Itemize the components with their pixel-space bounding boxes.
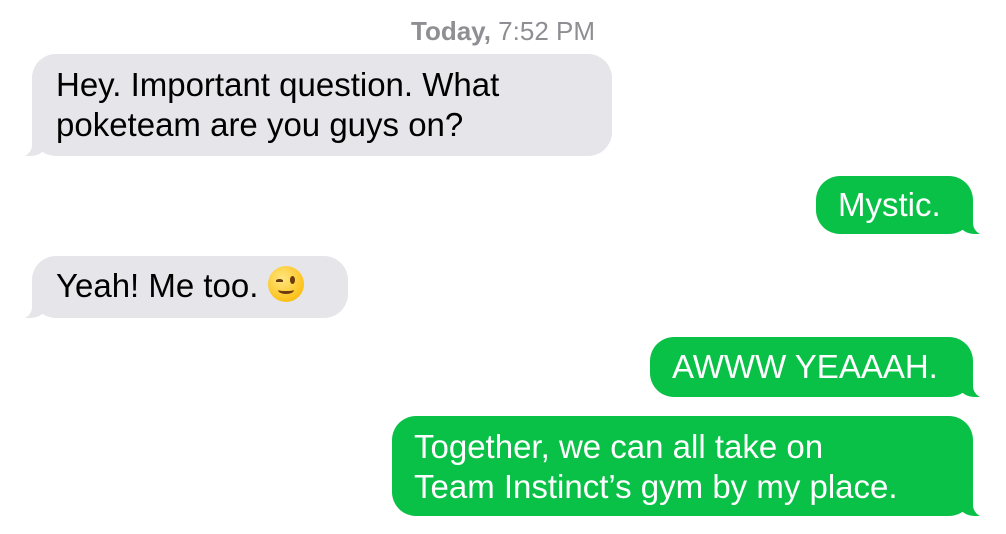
message-line: Team Instinct’s gym by my place. xyxy=(414,468,898,505)
message-thread: Today, 7:52 PM Hey. Important question. … xyxy=(0,0,1006,534)
outgoing-message-bubble[interactable]: Together, we can all take on Team Instin… xyxy=(392,416,993,517)
timestamp-time: 7:52 PM xyxy=(498,16,595,46)
message-line: Mystic. xyxy=(838,186,941,223)
incoming-message-bubble[interactable]: Yeah! Me too. xyxy=(12,256,348,319)
message-line: poketeam are you guys on? xyxy=(56,106,464,143)
timestamp-day: Today, xyxy=(411,16,491,46)
message-line: AWWW YEAAAH. xyxy=(672,348,938,385)
message-line: Hey. Important question. What xyxy=(56,66,500,103)
message-line: Yeah! Me too. xyxy=(56,267,259,304)
winking-face-emoji-icon xyxy=(268,266,305,302)
message-line: Together, we can all take on xyxy=(414,428,824,465)
outgoing-message-bubble[interactable]: AWWW YEAAAH. xyxy=(650,337,993,398)
conversation-timestamp: Today, 7:52 PM xyxy=(0,14,1006,48)
outgoing-message-bubble[interactable]: Mystic. xyxy=(816,176,993,235)
incoming-message-bubble[interactable]: Hey. Important question. What poketeam a… xyxy=(12,54,612,157)
